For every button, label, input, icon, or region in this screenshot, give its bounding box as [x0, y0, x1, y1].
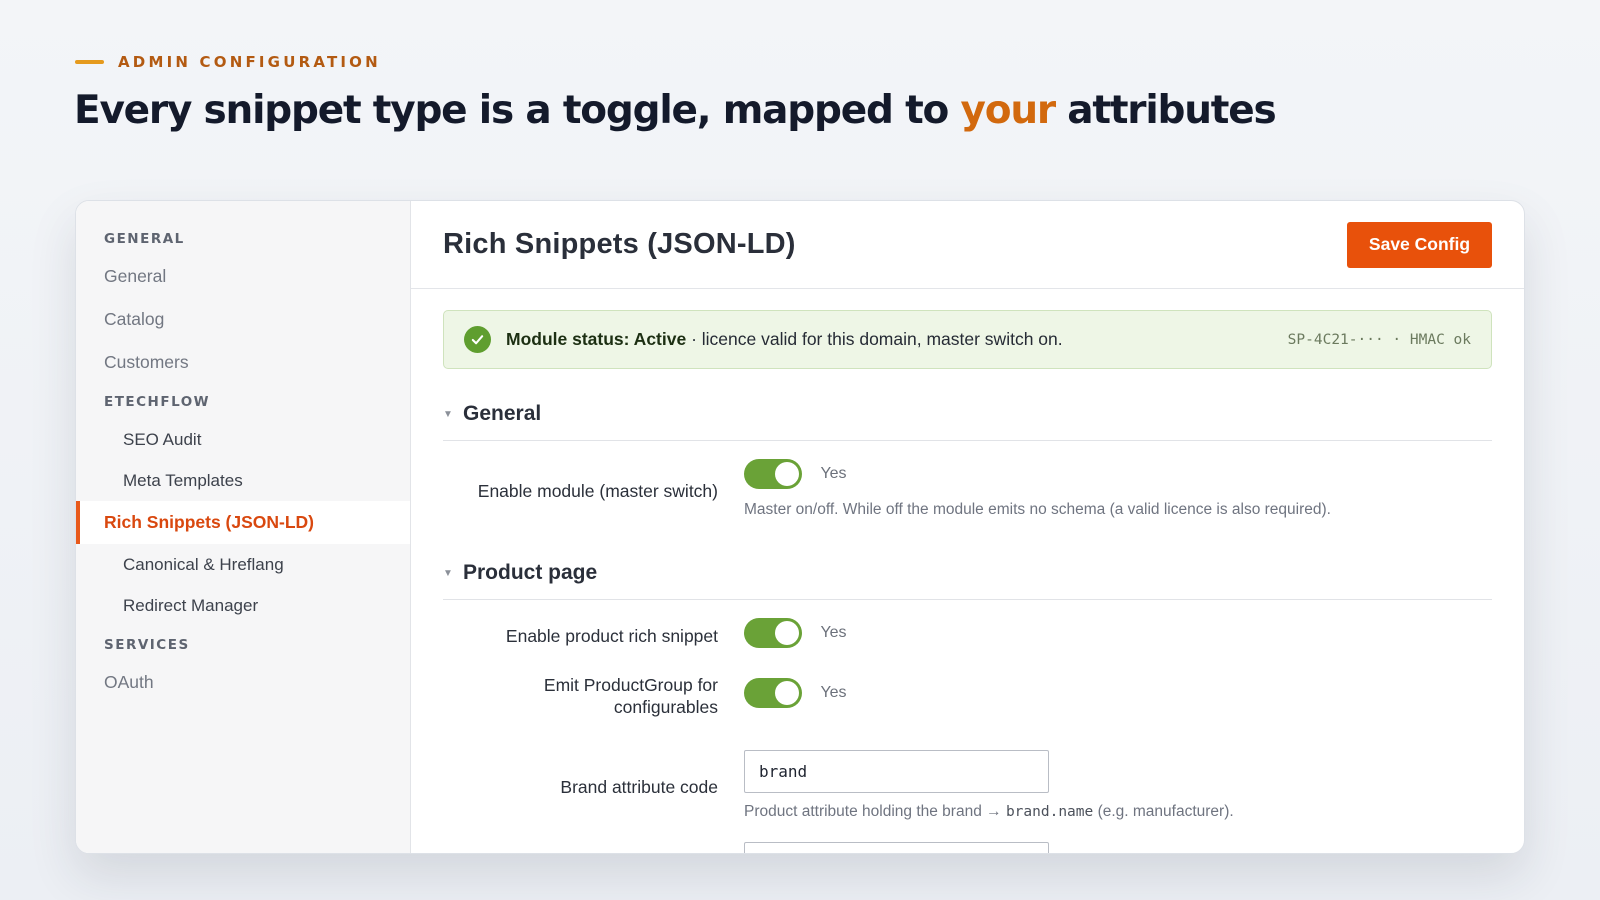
field-brand-attribute: Brand attribute code Product attribute h…: [443, 750, 1524, 853]
admin-panel: GENERAL General Catalog Customers ETECHF…: [75, 200, 1525, 854]
sidebar-group-general: GENERAL: [104, 231, 185, 247]
sidebar-item-seo-audit[interactable]: SEO Audit: [76, 419, 410, 460]
enable-product-label: Enable product rich snippet: [505, 626, 718, 646]
field-enable-module: Enable module (master switch) Yes Master…: [443, 441, 1524, 547]
product-group-value: Yes: [820, 684, 847, 701]
status-detail: · licence valid for this domain, master …: [686, 329, 1063, 349]
field-product-group: Emit ProductGroup for configurables Yes: [443, 660, 1524, 764]
module-status-banner: Module status: Active · licence valid fo…: [443, 310, 1492, 369]
toggle-knob: [775, 462, 799, 486]
status-message: Module status: Active · licence valid fo…: [506, 329, 1288, 350]
caret-down-icon: ▼: [443, 567, 453, 579]
brand-attribute-input[interactable]: [744, 750, 1049, 793]
sidebar-item-catalog[interactable]: Catalog: [76, 298, 410, 341]
eyebrow: ADMIN CONFIGURATION: [75, 53, 381, 71]
sidebar-item-redirect-manager[interactable]: Redirect Manager: [76, 585, 410, 626]
sidebar-item-general[interactable]: General: [76, 255, 410, 298]
section-general-title: General: [463, 402, 542, 425]
enable-product-control: Yes: [744, 618, 847, 648]
licence-code: SP-4C21-··· · HMAC ok: [1287, 331, 1471, 348]
headline: Every snippet type is a toggle, mapped t…: [74, 88, 1277, 133]
section-product-title: Product page: [463, 561, 598, 584]
status-strong: Module status: Active: [506, 329, 687, 349]
enable-product-toggle[interactable]: [744, 618, 802, 648]
toggle-knob: [775, 681, 799, 705]
section-product-header[interactable]: ▼ Product page: [443, 547, 1492, 600]
headline-text-start: Every snippet type is a toggle, mapped t…: [74, 88, 961, 133]
section-general-header[interactable]: ▼ General: [443, 388, 1492, 441]
brand-attribute-hint: Product attribute holding the brand → br…: [744, 803, 1234, 821]
sidebar: GENERAL General Catalog Customers ETECHF…: [76, 201, 411, 853]
eyebrow-text: ADMIN CONFIGURATION: [118, 53, 381, 71]
enable-module-value: Yes: [820, 465, 847, 482]
headline-text-end: attributes: [1054, 88, 1276, 133]
enable-module-label: Enable module (master switch): [477, 481, 718, 501]
brand-hint-suffix: (e.g. manufacturer).: [1093, 803, 1234, 820]
sidebar-item-customers[interactable]: Customers: [76, 341, 410, 384]
sidebar-item-oauth[interactable]: OAuth: [76, 661, 410, 704]
sku-attribute-input[interactable]: [744, 842, 1049, 853]
toggle-knob: [775, 621, 799, 645]
page-header: Rich Snippets (JSON-LD) Save Config: [411, 201, 1524, 289]
sidebar-group-etechflow: ETECHFLOW: [104, 394, 211, 410]
brand-attribute-control: [744, 750, 1049, 793]
product-group-label: Emit ProductGroup for configurables: [543, 675, 718, 717]
sidebar-item-canonical-hreflang[interactable]: Canonical & Hreflang: [76, 544, 410, 585]
sidebar-group-services: SERVICES: [104, 637, 190, 653]
main-content: Rich Snippets (JSON-LD) Save Config Modu…: [411, 201, 1524, 853]
enable-module-toggle[interactable]: [744, 459, 802, 489]
enable-module-hint: Master on/off. While off the module emit…: [744, 501, 1331, 518]
brand-attribute-label: Brand attribute code: [560, 777, 718, 797]
headline-accent: your: [960, 88, 1057, 133]
brand-hint-text: Product attribute holding the brand →: [744, 803, 1006, 820]
caret-down-icon: ▼: [443, 408, 453, 420]
eyebrow-bar: [75, 60, 104, 64]
enable-product-value: Yes: [820, 624, 847, 641]
product-group-toggle[interactable]: [744, 678, 802, 708]
check-circle-icon: [464, 326, 491, 353]
sidebar-item-meta-templates[interactable]: Meta Templates: [76, 460, 410, 501]
field-enable-product: Enable product rich snippet Yes: [443, 600, 1524, 660]
brand-hint-code: brand.name: [1005, 804, 1094, 820]
enable-module-control: Yes: [744, 459, 847, 489]
page-title: Rich Snippets (JSON-LD): [443, 228, 796, 260]
sidebar-item-rich-snippets[interactable]: Rich Snippets (JSON-LD): [76, 501, 410, 544]
next-attribute-control: [744, 842, 1049, 853]
save-config-button[interactable]: Save Config: [1347, 221, 1492, 268]
product-group-control: Yes: [744, 678, 847, 708]
